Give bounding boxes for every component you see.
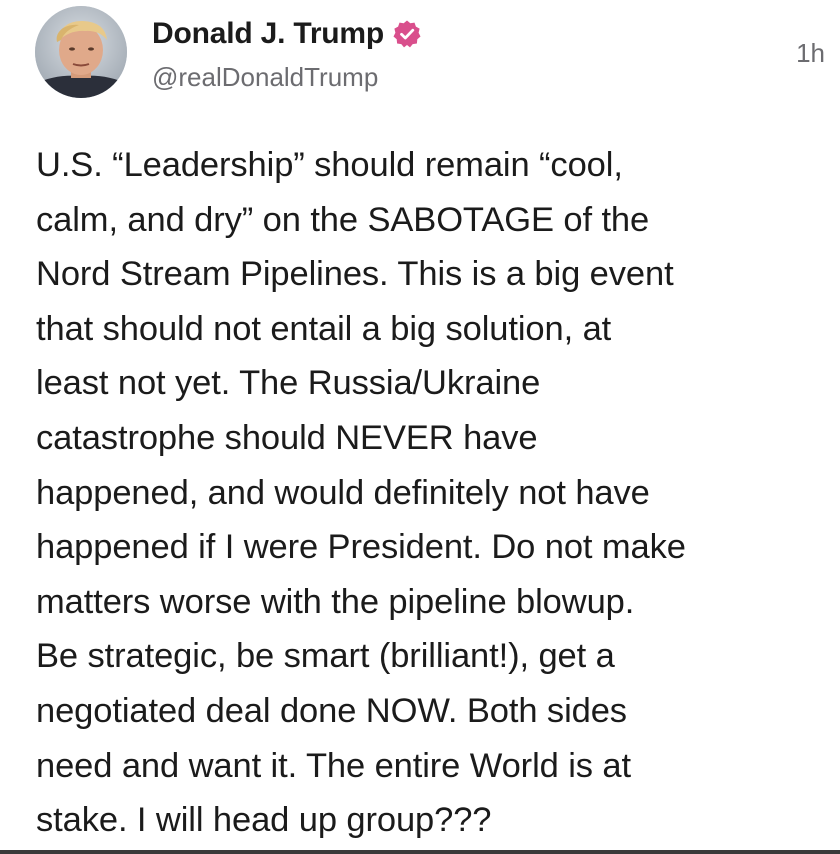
- author-handle[interactable]: @realDonaldTrump: [152, 62, 378, 93]
- post-body-text: U.S. “Leadership” should remain “cool, c…: [36, 146, 686, 840]
- author-name-row: Donald J. Trump: [152, 14, 422, 54]
- author-display-name[interactable]: Donald J. Trump: [152, 17, 384, 51]
- post-header: Donald J. Trump @realDonaldTrump 1h: [35, 6, 825, 101]
- post-card: Donald J. Trump @realDonaldTrump 1h U.S.…: [0, 0, 840, 854]
- post-timestamp[interactable]: 1h: [796, 38, 825, 69]
- divider: [0, 850, 840, 854]
- verified-badge-icon: [392, 19, 422, 49]
- avatar-image: [35, 6, 127, 98]
- avatar[interactable]: [35, 6, 127, 98]
